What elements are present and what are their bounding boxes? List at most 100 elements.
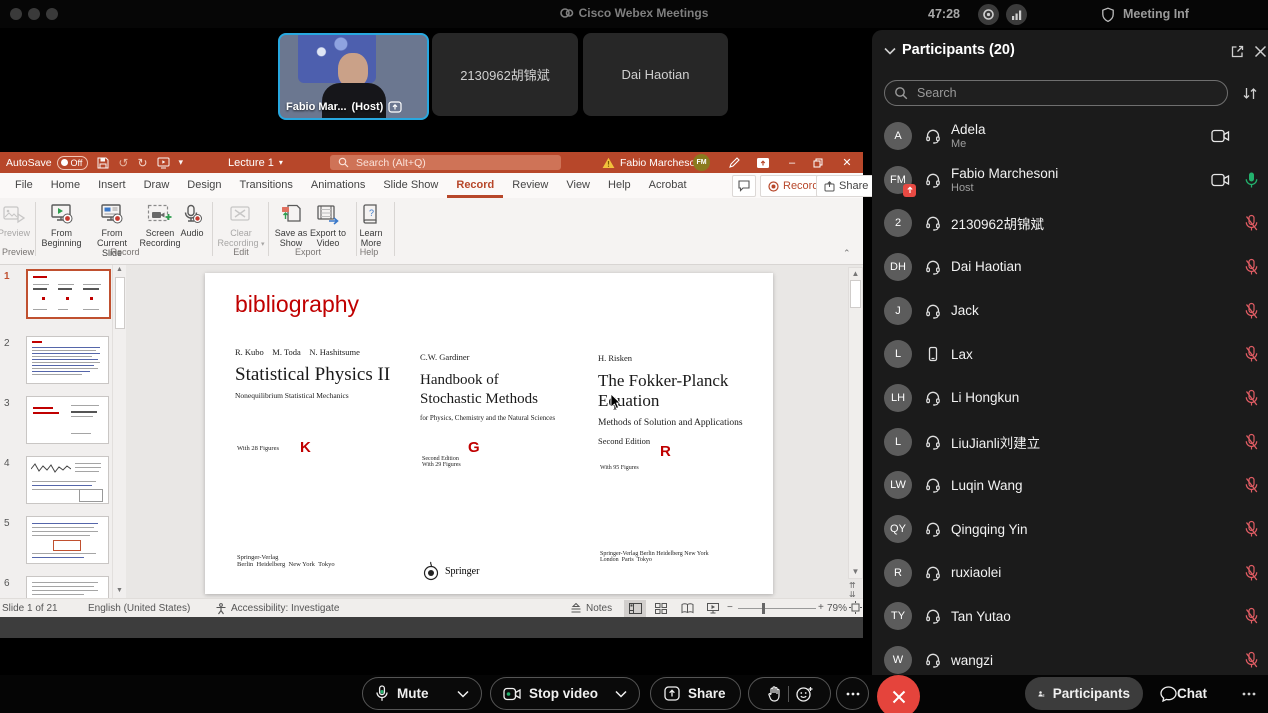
zoom-percent[interactable]: 79%: [827, 603, 847, 614]
quick-access-chevron-icon[interactable]: ▾: [179, 157, 184, 168]
tab-design[interactable]: Design: [178, 173, 230, 198]
collapse-panel-chevron-icon[interactable]: [884, 47, 896, 55]
participant-row[interactable]: A Adela Me: [872, 114, 1268, 158]
slide-sorter-view-button[interactable]: [650, 600, 672, 617]
zoom-slider-thumb[interactable]: [762, 603, 765, 614]
video-tile[interactable]: 2130962胡锦斌: [432, 33, 578, 116]
headset-icon: [925, 215, 941, 231]
video-options-chevron-icon[interactable]: [615, 690, 627, 698]
autosave-toggle[interactable]: Off: [57, 156, 89, 170]
participant-row[interactable]: TY Tan Yutao: [872, 595, 1268, 639]
more-panels-button[interactable]: [1242, 677, 1256, 710]
participant-row[interactable]: LW Luqin Wang: [872, 464, 1268, 508]
popout-panel-icon[interactable]: [1230, 44, 1245, 59]
video-tile[interactable]: Dai Haotian: [583, 33, 728, 116]
thumbnail-scrollbar[interactable]: ▲ ▼: [112, 265, 125, 598]
restore-button[interactable]: [805, 152, 831, 173]
participant-row[interactable]: J Jack: [872, 289, 1268, 333]
close-button[interactable]: ✕: [834, 152, 860, 173]
tab-help[interactable]: Help: [599, 173, 640, 198]
collapse-ribbon-chevron-icon[interactable]: ⌃: [843, 248, 851, 259]
sort-participants-icon[interactable]: [1242, 86, 1258, 101]
accessibility-status[interactable]: Accessibility: Investigate: [215, 599, 339, 618]
tab-transitions[interactable]: Transitions: [231, 173, 302, 198]
comments-button[interactable]: [732, 175, 756, 197]
slide-thumbnail-2[interactable]: [26, 336, 109, 384]
slide-canvas[interactable]: bibliography R. Kubo M. Toda N. Hashitsu…: [205, 273, 773, 594]
normal-view-button[interactable]: [624, 600, 646, 617]
account-avatar[interactable]: FM: [693, 154, 710, 171]
save-icon[interactable]: [97, 157, 109, 169]
slideshow-icon[interactable]: [157, 157, 170, 169]
undo-icon[interactable]: ↺: [118, 156, 128, 170]
mute-options-chevron-icon[interactable]: [457, 690, 469, 698]
ribbon-audio-button[interactable]: Audio: [176, 201, 208, 238]
ribbon-display-options-icon[interactable]: [756, 157, 770, 169]
video-tile-host[interactable]: Fabio Mar... (Host): [278, 33, 429, 120]
stop-video-button[interactable]: Stop video: [490, 677, 640, 710]
participant-sharing-badge-icon: [903, 184, 916, 197]
meeting-info-label[interactable]: Meeting Inf: [1123, 7, 1189, 21]
tab-file[interactable]: File: [6, 173, 42, 198]
participants-search-input[interactable]: [915, 85, 1189, 101]
ppt-search-box[interactable]: Search (Alt+Q): [330, 155, 561, 170]
reactions-button[interactable]: [748, 677, 831, 710]
participants-search-box[interactable]: [884, 80, 1228, 106]
zoom-out-button[interactable]: −: [727, 602, 733, 613]
share-button[interactable]: Share: [816, 175, 876, 197]
slide-thumbnail-1[interactable]: [26, 269, 111, 319]
zoom-slider-track[interactable]: [738, 608, 816, 609]
slide-thumbnail-3[interactable]: [26, 396, 109, 444]
participants-toggle-button[interactable]: Participants: [1025, 677, 1143, 710]
tab-acrobat[interactable]: Acrobat: [640, 173, 696, 198]
slide-thumbnail-4[interactable]: [26, 456, 109, 504]
tab-review[interactable]: Review: [503, 173, 557, 198]
language-status[interactable]: English (United States): [88, 599, 190, 618]
network-quality-icon[interactable]: [1006, 4, 1027, 25]
tab-insert[interactable]: Insert: [89, 173, 135, 198]
tab-home[interactable]: Home: [42, 173, 89, 198]
participant-avatar: DH: [884, 253, 912, 281]
participant-row[interactable]: 2 2130962胡锦斌: [872, 201, 1268, 245]
mute-button[interactable]: Mute: [362, 677, 482, 710]
participant-row[interactable]: L LiuJianli刘建立: [872, 420, 1268, 464]
redo-icon[interactable]: ↻: [137, 156, 147, 170]
tab-animations[interactable]: Animations: [302, 173, 374, 198]
slide-scrollbar[interactable]: ▲ ▼: [848, 267, 863, 579]
share-content-button[interactable]: Share: [650, 677, 741, 710]
notes-button[interactable]: Notes: [570, 599, 612, 618]
reactions-smiley-icon[interactable]: [796, 686, 813, 702]
ribbon-learn-more-button[interactable]: ? Learn More: [352, 201, 390, 248]
zoom-in-button[interactable]: +: [818, 602, 824, 613]
document-title[interactable]: Lecture 1▾: [228, 152, 283, 173]
tab-slide-show[interactable]: Slide Show: [374, 173, 447, 198]
minimize-button[interactable]: –: [779, 152, 805, 173]
ribbon-export-to-video-button[interactable]: Export to Video: [305, 201, 351, 248]
recording-indicator-icon[interactable]: [978, 4, 999, 25]
participant-row[interactable]: QY Qingqing Yin: [872, 507, 1268, 551]
participant-row[interactable]: L Lax: [872, 332, 1268, 376]
tab-draw[interactable]: Draw: [135, 173, 179, 198]
slideshow-view-button[interactable]: [702, 600, 724, 617]
slide-indicator[interactable]: Slide 1 of 21: [2, 599, 58, 618]
tab-record[interactable]: Record: [447, 173, 503, 198]
ribbon-from-beginning-button[interactable]: From Beginning: [38, 201, 85, 248]
participant-row[interactable]: W wangzi: [872, 638, 1268, 675]
fit-slide-button[interactable]: [849, 601, 862, 614]
leave-meeting-button[interactable]: [877, 675, 920, 713]
mic-muted-icon: [1244, 433, 1259, 450]
participant-row[interactable]: LH Li Hongkun: [872, 376, 1268, 420]
previous-slide-button[interactable]: ⇈: [849, 581, 856, 590]
participant-row[interactable]: DH Dai Haotian: [872, 245, 1268, 289]
warning-icon[interactable]: [602, 157, 615, 169]
reading-view-button[interactable]: [676, 600, 698, 617]
draw-pen-icon[interactable]: [728, 157, 740, 169]
close-panel-icon[interactable]: [1254, 45, 1267, 58]
participant-row[interactable]: R ruxiaolei: [872, 551, 1268, 595]
tab-view[interactable]: View: [557, 173, 599, 198]
participant-row[interactable]: FM Fabio Marchesoni Host: [872, 158, 1268, 202]
chat-button[interactable]: Chat: [1160, 677, 1207, 710]
slide-thumbnail-5[interactable]: [26, 516, 109, 564]
more-options-button[interactable]: [836, 677, 869, 710]
account-name[interactable]: Fabio Marchesoni: [620, 152, 703, 173]
